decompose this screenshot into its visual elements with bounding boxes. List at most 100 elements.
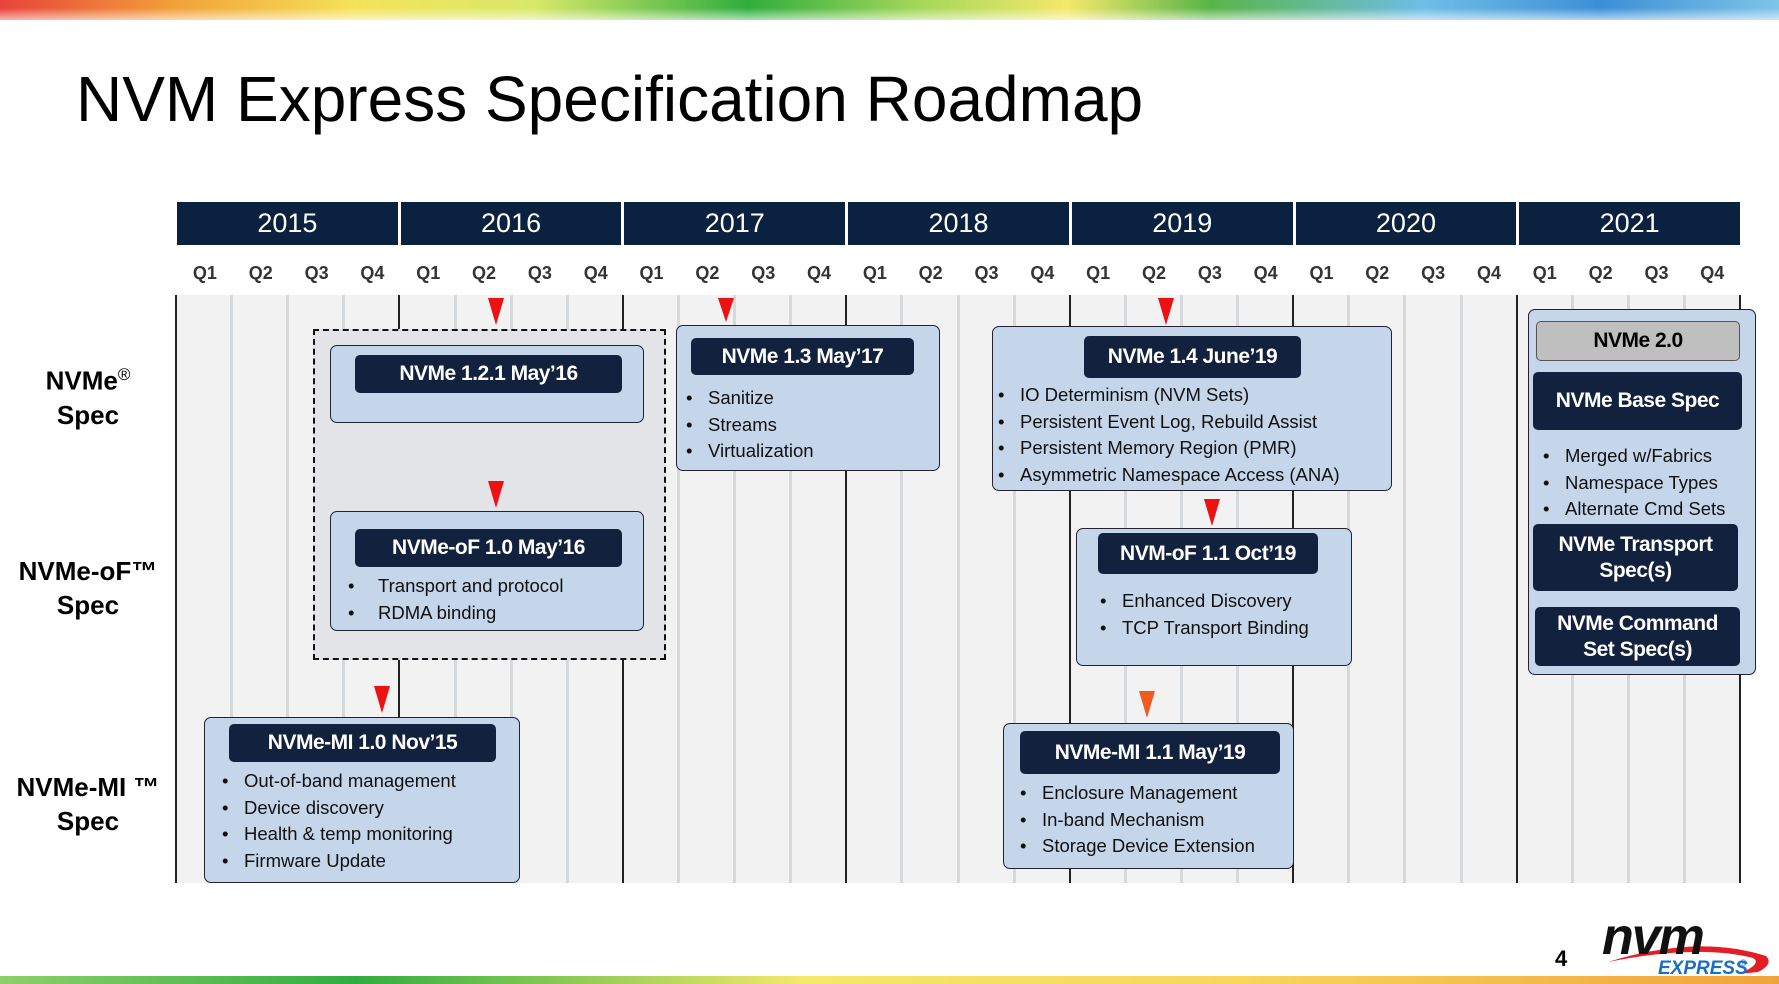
bullet-item: Merged w/Fabrics xyxy=(1539,443,1725,470)
svg-text:EXPRESS: EXPRESS xyxy=(1658,958,1748,978)
bullet-item: Virtualization xyxy=(682,438,814,465)
bullet-item: Enclosure Management xyxy=(1016,780,1255,807)
year-2017: 2017 xyxy=(624,202,846,245)
quarter-label: Q4 xyxy=(807,263,832,283)
quarter-label: Q3 xyxy=(304,263,329,283)
quarter-label: Q2 xyxy=(1141,263,1166,283)
release-label-nvme-20: NVMe 2.0 xyxy=(1536,321,1740,361)
year-2020: 2020 xyxy=(1295,202,1517,245)
year-2021: 2021 xyxy=(1519,202,1741,245)
quarter-label: Q4 xyxy=(1030,263,1055,283)
quarter-label: Q4 xyxy=(1476,263,1501,283)
bullet-item: Storage Device Extension xyxy=(1016,833,1255,860)
release-label-nvme-13: NVMe 1.3 May’17 xyxy=(691,338,914,375)
quarter-label: Q1 xyxy=(1309,263,1334,283)
quarter-label: Q2 xyxy=(248,263,273,283)
bottom-decorative-stripe xyxy=(0,976,1779,984)
year-2018: 2018 xyxy=(848,202,1069,245)
row-label-nvme-spec: Spec xyxy=(56,399,120,430)
quarter-label: Q1 xyxy=(862,263,887,283)
quarter-label: Q1 xyxy=(192,263,217,283)
quarter-label: Q3 xyxy=(1421,263,1446,283)
bullet-item: Streams xyxy=(682,412,814,439)
release-bullets-nvmemi-10: Out-of-band management Device discovery … xyxy=(218,768,456,874)
quarter-label: Q2 xyxy=(695,263,720,283)
row-label-nvmeof-name: NVMe-oF™ xyxy=(18,556,158,586)
row-label-nvme-name: NVMe xyxy=(45,365,118,396)
quarter-label: Q3 xyxy=(751,263,776,283)
bullet-item: Namespace Types xyxy=(1539,470,1725,497)
top-decorative-stripe xyxy=(0,0,1779,20)
release-label-nvmeof-10: NVMe-oF 1.0 May’16 xyxy=(355,529,622,567)
quarter-label: Q3 xyxy=(527,263,552,283)
row-label-nvmemi: NVMe-MI ™ Spec xyxy=(0,770,176,838)
nvme-command-set-spec-label: NVMe Command Set Spec(s) xyxy=(1535,607,1740,666)
quarter-label: Q1 xyxy=(1532,263,1557,283)
quarter-label: Q2 xyxy=(918,263,943,283)
bullet-item: IO Determinism (NVM Sets) xyxy=(994,382,1340,409)
row-label-nvmemi-name: NVMe-MI ™ xyxy=(16,772,160,802)
quarter-header: Q1 Q2 Q3 Q4 Q1 Q2 Q3 Q4 Q1 Q2 Q3 Q4 Q1 Q2 Q3 Q4 Q1 Q2 Q3 Q4… xyxy=(177,263,1740,289)
row-label-nvmeof-spec: Spec xyxy=(56,590,120,620)
year-2019: 2019 xyxy=(1071,202,1293,245)
quarter-label: Q4 xyxy=(360,263,385,283)
bullet-item: Firmware Update xyxy=(218,848,456,875)
bullet-item: Persistent Event Log, Rebuild Assist xyxy=(994,409,1340,436)
release-marker-icon xyxy=(1139,691,1155,718)
release-marker-icon xyxy=(488,298,504,325)
year-header: 2015 2016 2017 2018 2019 2020 2021 xyxy=(177,202,1741,245)
bullet-item: Health & temp monitoring xyxy=(218,821,456,848)
release-label-nvmemi-11: NVMe-MI 1.1 May’19 xyxy=(1020,731,1280,774)
release-label-nvme-121: NVMe 1.2.1 May’16 xyxy=(355,355,622,393)
page-title: NVM Express Specification Roadmap xyxy=(76,63,1144,135)
release-label-nvme-14: NVMe 1.4 June’19 xyxy=(1084,336,1301,378)
quarter-label: Q4 xyxy=(583,263,608,283)
quarter-label: Q4 xyxy=(1253,263,1278,283)
bullet-item: Persistent Memory Region (PMR) xyxy=(994,435,1340,462)
release-bullets-nvme-13: Sanitize Streams Virtualization xyxy=(682,385,814,465)
quarter-label: Q3 xyxy=(974,263,999,283)
bullet-item: In-band Mechanism xyxy=(1016,807,1255,834)
nvm-express-logo: nvm EXPRESS ® xyxy=(1602,912,1769,978)
bullet-item: RDMA binding xyxy=(340,600,563,627)
release-bullets-nvme-14: IO Determinism (NVM Sets) Persistent Eve… xyxy=(994,382,1340,488)
bullet-item: Alternate Cmd Sets xyxy=(1539,496,1725,523)
grid-column xyxy=(1406,295,1463,883)
release-marker-icon xyxy=(488,481,504,508)
quarter-label: Q1 xyxy=(416,263,441,283)
row-label-nvme: NVMe® Spec xyxy=(0,358,176,432)
release-marker-icon xyxy=(1204,499,1220,526)
release-bullets-nvmof-11: Enhanced Discovery TCP Transport Binding xyxy=(1096,588,1309,641)
quarter-label: Q4 xyxy=(1700,263,1725,283)
page-number: 4 xyxy=(1555,946,1568,971)
svg-text:®: ® xyxy=(1740,958,1747,968)
bullet-item: TCP Transport Binding xyxy=(1096,615,1309,642)
bullet-item: Transport and protocol xyxy=(340,573,563,600)
quarter-label: Q1 xyxy=(1086,263,1111,283)
year-2015: 2015 xyxy=(177,202,398,245)
release-marker-icon xyxy=(718,298,734,322)
registered-mark: ® xyxy=(117,365,131,384)
quarter-label: Q2 xyxy=(1365,263,1390,283)
quarter-label: Q2 xyxy=(472,263,497,283)
nvme-transport-spec-label: NVMe Transport Spec(s) xyxy=(1533,524,1738,591)
row-label-nvmemi-spec: Spec xyxy=(56,806,120,836)
quarter-label: Q3 xyxy=(1644,263,1669,283)
release-label-nvmemi-10: NVMe-MI 1.0 Nov’15 xyxy=(229,724,496,762)
bullet-item: Asymmetric Namespace Access (ANA) xyxy=(994,462,1340,489)
bullet-item: Device discovery xyxy=(218,795,456,822)
quarter-label: Q3 xyxy=(1197,263,1222,283)
grid-column xyxy=(1463,295,1518,883)
release-bullets-nvmemi-11: Enclosure Management In-band Mechanism S… xyxy=(1016,780,1255,860)
row-label-nvmeof: NVMe-oF™ Spec xyxy=(0,554,176,622)
bullet-item: Sanitize xyxy=(682,385,814,412)
quarter-label: Q2 xyxy=(1588,263,1613,283)
release-bullets-nvmeof-10: Transport and protocol RDMA binding xyxy=(340,573,563,626)
release-marker-icon xyxy=(374,686,390,713)
nvme-base-spec-label: NVMe Base Spec xyxy=(1533,372,1742,430)
bullet-item: Out-of-band management xyxy=(218,768,456,795)
bullet-item: Enhanced Discovery xyxy=(1096,588,1309,615)
release-bullets-nvme-20: Merged w/Fabrics Namespace Types Alterna… xyxy=(1539,443,1725,523)
year-2016: 2016 xyxy=(400,202,622,245)
release-marker-icon xyxy=(1158,298,1174,325)
